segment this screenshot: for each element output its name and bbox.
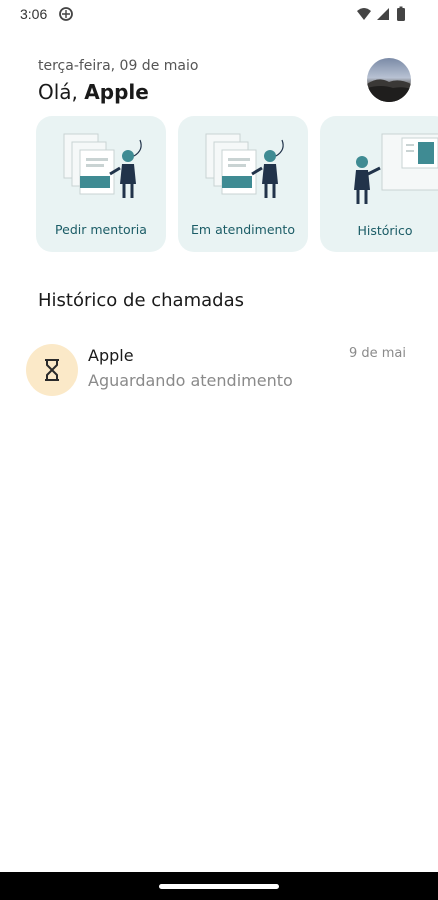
system-nav-bar (0, 872, 438, 900)
request-mentoring-illustration (63, 133, 142, 198)
greeting: Olá, Apple (38, 80, 149, 104)
greeting-prefix: Olá, (38, 80, 78, 104)
cellular-signal-icon (376, 6, 390, 26)
action-cards: Pedir mentoria Em atendimento Histórico (36, 116, 438, 254)
card-pedir-mentoria[interactable]: Pedir mentoria (36, 116, 166, 252)
header: terça-feira, 09 de maio Olá, Apple (38, 58, 418, 118)
status-bar: 3:06 (0, 0, 438, 30)
card-em-atendimento[interactable]: Em atendimento (178, 116, 308, 252)
app-notification-icon (58, 6, 74, 26)
card-label: Histórico (357, 223, 413, 238)
section-title: Histórico de chamadas (38, 290, 244, 311)
call-date: 9 de mai (348, 346, 406, 361)
wifi-icon (356, 6, 372, 26)
hourglass-icon (45, 359, 59, 381)
call-list-item[interactable]: Apple Aguardando atendimento 9 de mai (26, 340, 418, 400)
card-label: Pedir mentoria (55, 222, 147, 237)
in-service-illustration (205, 133, 284, 198)
current-date: terça-feira, 09 de maio (38, 58, 199, 74)
avatar[interactable] (367, 58, 411, 102)
home-indicator[interactable] (159, 884, 279, 889)
card-historico[interactable]: Histórico (320, 116, 438, 252)
user-name: Apple (84, 80, 149, 104)
battery-icon (396, 6, 406, 26)
call-status-badge (26, 344, 78, 396)
status-time: 3:06 (20, 6, 48, 22)
call-status: Aguardando atendimento (88, 371, 293, 390)
history-illustration (354, 133, 438, 204)
call-name: Apple (88, 346, 134, 365)
card-label: Em atendimento (191, 222, 295, 237)
